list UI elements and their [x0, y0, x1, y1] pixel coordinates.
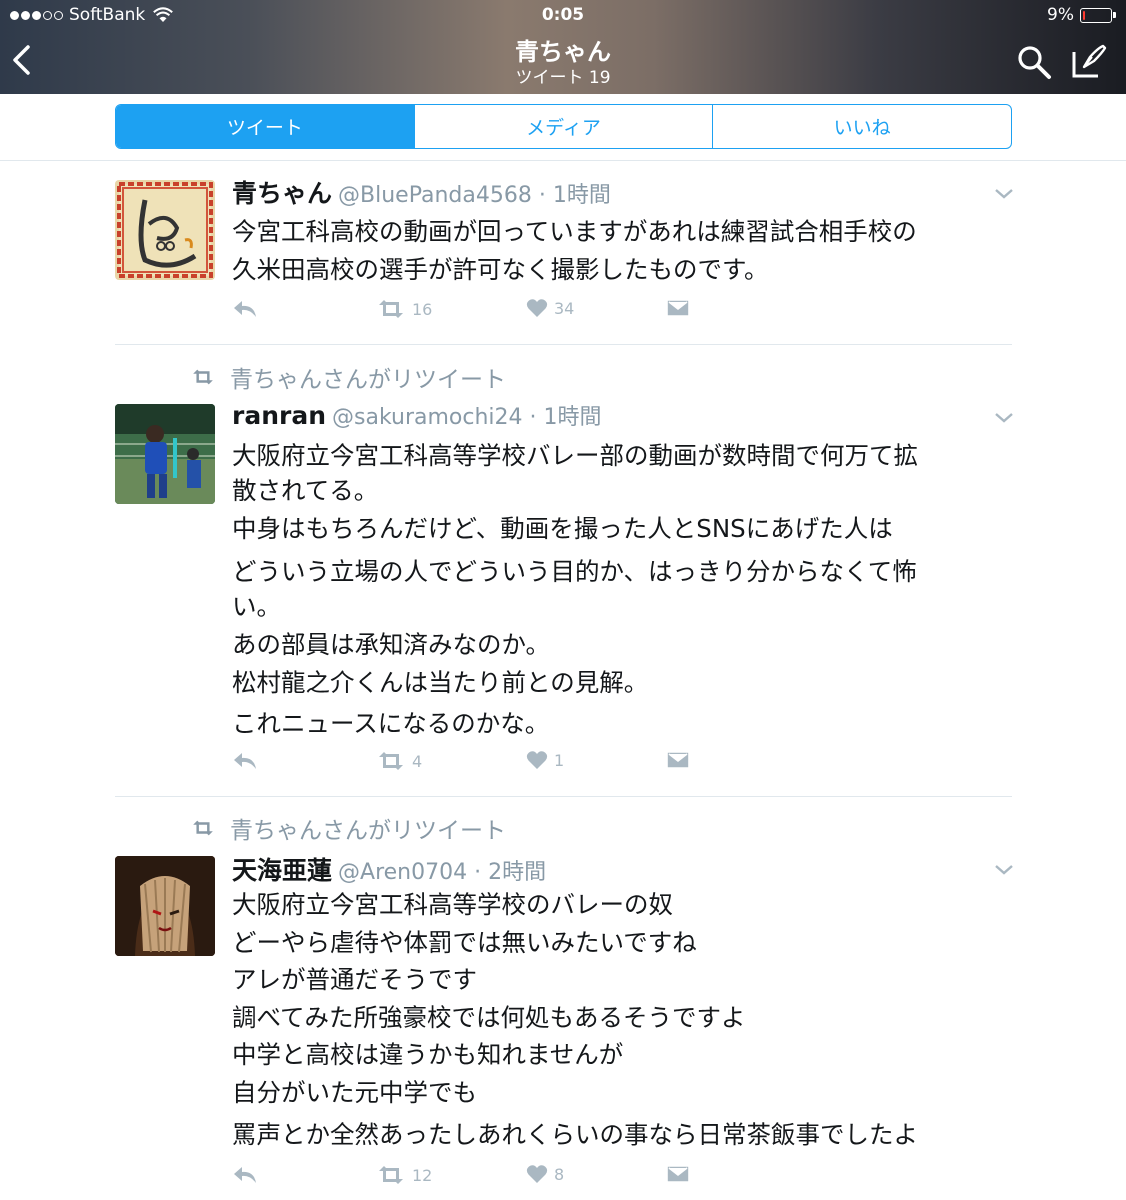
- tweet-line: 自分がいた元中学でも: [232, 1077, 477, 1107]
- retweeted-by-label[interactable]: 青ちゃんさんがリツイート: [230, 811, 506, 845]
- retweet-button[interactable]: 12: [376, 1164, 432, 1186]
- tweet-line: どーやら虐待や体罰では無いみたいですね: [232, 927, 697, 957]
- retweet-icon: [193, 820, 213, 836]
- tweet-item[interactable]: 青ちゃんさんがリツイート 天海亜蓮 @Aren0704 · 2時間 大阪府立今宮…: [0, 0, 1126, 1200]
- heart-icon: [526, 1165, 548, 1183]
- handle-and-time: @Aren0704 · 2時間: [338, 860, 547, 885]
- tweet-header: 天海亜蓮 @Aren0704 · 2時間: [232, 851, 546, 887]
- avatar-image: [115, 856, 215, 956]
- tweet-actions: 12 8: [232, 1164, 732, 1192]
- chevron-down-icon[interactable]: [992, 862, 1016, 878]
- envelope-icon: [666, 1165, 690, 1183]
- tweet-text: 大阪府立今宮工科高等学校のバレーの奴 どーやら虐待や体罰では無いみたいですね ア…: [232, 886, 1017, 1154]
- retweeted-by-row: 青ちゃんさんがリツイート: [190, 811, 506, 845]
- tweet-line: 中学と高校は違うかも知れませんが: [232, 1040, 624, 1069]
- like-count: 8: [554, 1164, 565, 1184]
- tweet-line: 調べてみた所強豪校では何処もあるそうですよ: [232, 1002, 746, 1032]
- like-button[interactable]: 8: [526, 1164, 564, 1184]
- direct-message-button[interactable]: [666, 1164, 690, 1184]
- avatar[interactable]: [115, 856, 215, 956]
- reply-button[interactable]: [232, 1164, 258, 1186]
- tweet-line: 大阪府立今宮工科高等学校のバレーの奴: [232, 890, 673, 919]
- reply-icon: [234, 1167, 256, 1183]
- retweet-icon: [379, 1166, 403, 1184]
- display-name[interactable]: 天海亜蓮: [232, 851, 332, 887]
- tweet-line: 罵声とか全然あったしあれくらいの事なら日常茶飯事でしたよ: [232, 1120, 918, 1149]
- retweet-count: 12: [412, 1165, 433, 1185]
- tweet-line: アレが普通だそうです: [232, 965, 477, 994]
